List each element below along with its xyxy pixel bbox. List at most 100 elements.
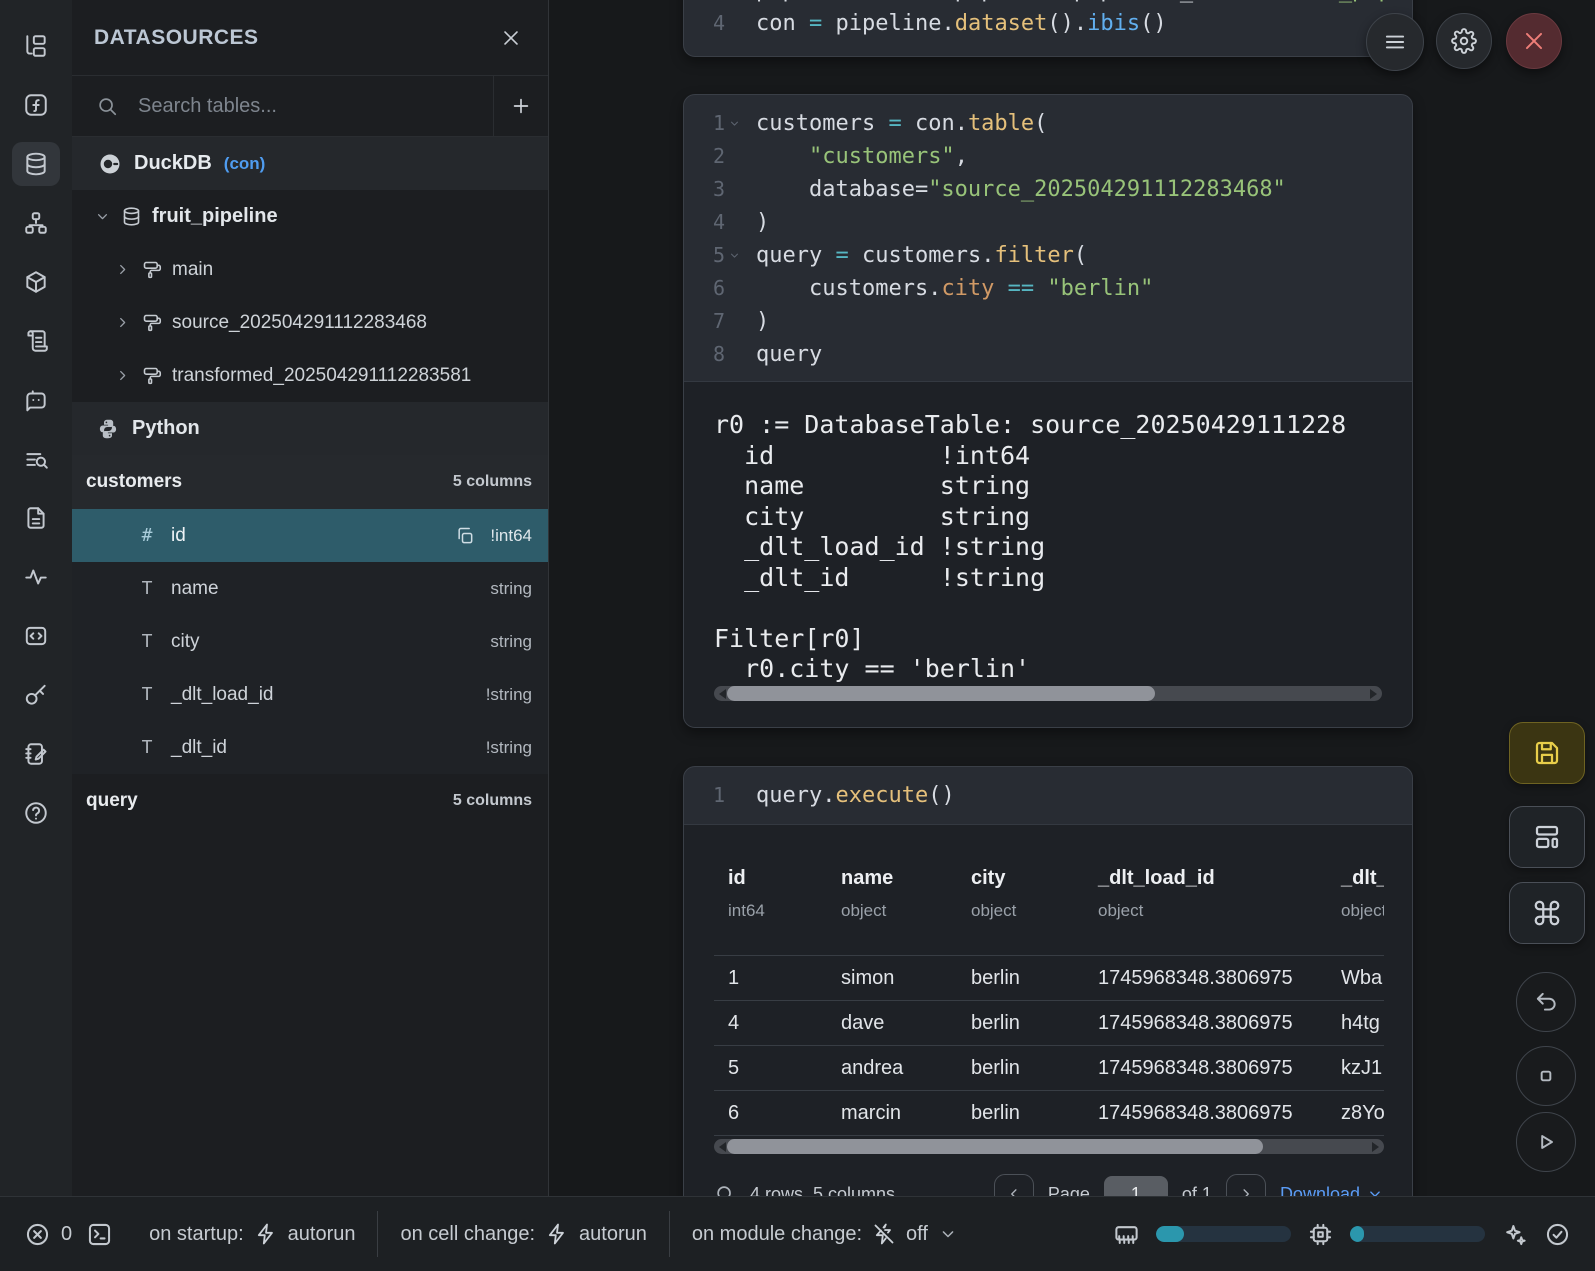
table-row[interactable]: 5andreaberlin1745968348.3806975kzJ1 — [714, 1045, 1384, 1090]
table-row[interactable]: 6marcinberlin1745968348.3806975z8Yo — [714, 1090, 1384, 1135]
on-cell-change-setting[interactable]: on cell change: autorun — [377, 1211, 668, 1257]
connection-row-python[interactable]: Python — [72, 402, 548, 455]
tree-item-schema[interactable]: source_202504291112283468 — [72, 296, 548, 349]
fold-spacer — [728, 216, 741, 229]
rail-scratchpad-button[interactable] — [12, 732, 60, 776]
code-editor[interactable]: 1customers = con.table(2 "customers",3 d… — [684, 95, 1412, 381]
rail-document-button[interactable] — [12, 496, 60, 540]
column-row-name[interactable]: Tnamestring — [72, 562, 548, 615]
rail-file-tree-button[interactable] — [12, 24, 60, 68]
rail-script-button[interactable] — [12, 319, 60, 363]
layout-button[interactable] — [1509, 806, 1585, 868]
table-cell: andrea — [827, 1057, 957, 1080]
close-panel-icon[interactable] — [500, 27, 522, 49]
app-window: DATASOURCES DuckDB (con) fruit_pipeline … — [0, 0, 1595, 1271]
schema-list: mainsource_202504291112283468 transformed… — [72, 243, 548, 402]
stop-icon — [1533, 1063, 1559, 1089]
schema-icon — [141, 365, 162, 386]
run-button[interactable] — [1516, 1112, 1576, 1172]
errors-indicator[interactable]: 0 — [24, 1221, 72, 1248]
undo-button[interactable] — [1516, 972, 1576, 1032]
hierarchy-icon — [23, 210, 49, 236]
line-number: 6 — [684, 272, 756, 305]
column-header-id[interactable]: idint64 — [714, 867, 827, 955]
column-row-city[interactable]: Tcitystring — [72, 615, 548, 668]
column-header-name: _dlt_id — [1341, 867, 1384, 890]
cell-connection[interactable]: 3 pipeline = dlt.pipeline(pipeline_name="… — [683, 0, 1413, 57]
column-header-type: object — [841, 901, 957, 921]
table-name: query — [86, 790, 138, 812]
chevron-down-icon — [94, 208, 111, 225]
connection-engine: DuckDB — [134, 152, 212, 175]
on-module-change-setting[interactable]: on module change: off — [669, 1211, 980, 1257]
column-header-type: object — [1098, 901, 1327, 921]
cell-query[interactable]: 1customers = con.table(2 "customers",3 d… — [683, 94, 1413, 728]
horizontal-scrollbar[interactable] — [714, 686, 1382, 701]
terminal-icon — [86, 1221, 113, 1248]
rail-package-button[interactable] — [12, 260, 60, 304]
fold-spacer — [728, 348, 741, 361]
command-palette-button[interactable] — [1509, 882, 1585, 944]
fold-chevron-icon — [728, 249, 741, 262]
rail-snippets-button[interactable] — [12, 614, 60, 658]
scroll-right-arrow[interactable] — [1372, 1142, 1379, 1152]
rail-chat-bot-button[interactable] — [12, 378, 60, 422]
cpu-icon — [1307, 1221, 1334, 1248]
tree-item-schema[interactable]: transformed_202504291112283581 — [72, 349, 548, 402]
scroll-left-arrow[interactable] — [719, 689, 726, 699]
fold-spacer — [728, 789, 741, 802]
scrollbar-thumb[interactable] — [727, 686, 1155, 701]
scrollbar-thumb[interactable] — [727, 1139, 1263, 1154]
code-editor[interactable]: 1query.execute() — [684, 767, 1412, 824]
line-number: 1 — [684, 107, 756, 140]
rail-function-button[interactable] — [12, 83, 60, 127]
terminal-toggle[interactable] — [86, 1221, 113, 1248]
line-number-text: 3 — [713, 0, 725, 7]
shutdown-button[interactable] — [1506, 13, 1562, 69]
code-editor[interactable]: 3 pipeline = dlt.pipeline(pipeline_name="… — [684, 0, 1412, 40]
column-header-name[interactable]: nameobject — [827, 867, 957, 955]
settings-button[interactable] — [1436, 13, 1492, 69]
column-header-city[interactable]: cityobject — [957, 867, 1084, 955]
notebook-menu-button[interactable] — [1366, 13, 1424, 71]
connection-row-duckdb[interactable]: DuckDB (con) — [72, 137, 548, 190]
stop-button[interactable] — [1516, 1046, 1576, 1106]
check-circle-icon[interactable] — [1544, 1221, 1571, 1248]
ibis-expression-output: r0 := DatabaseTable: source_202504291112… — [714, 410, 1382, 685]
column-row-_dlt_id[interactable]: T_dlt_id!string — [72, 721, 548, 774]
on-startup-value: autorun — [288, 1223, 356, 1246]
table-row[interactable]: 1simonberlin1745968348.3806975Wba — [714, 955, 1384, 1000]
search-body — [72, 76, 493, 136]
function-icon — [23, 92, 49, 118]
rail-activity-button[interactable] — [12, 555, 60, 599]
sparkles-icon[interactable] — [1501, 1221, 1528, 1248]
add-datasource-button[interactable] — [493, 76, 548, 136]
schema-label: transformed_202504291112283581 — [172, 365, 471, 387]
rail-key-button[interactable] — [12, 673, 60, 717]
code-text: pipeline = dlt.pipeline(pipeline_name="f… — [756, 0, 1413, 7]
tree-item-database-root[interactable]: fruit_pipeline — [72, 190, 548, 243]
column-header-_dlt_id[interactable]: _dlt_idobject — [1327, 867, 1384, 955]
horizontal-scrollbar[interactable] — [714, 1139, 1384, 1154]
column-row-_dlt_load_id[interactable]: T_dlt_load_id!string — [72, 668, 548, 721]
table-section-query[interactable]: query 5 columns — [72, 774, 548, 828]
rail-log-search-button[interactable] — [12, 437, 60, 481]
search-tables-input[interactable] — [136, 94, 493, 119]
rail-hierarchy-button[interactable] — [12, 201, 60, 245]
table-row[interactable]: 4daveberlin1745968348.3806975h4tg — [714, 1000, 1384, 1045]
schema-icon — [141, 312, 162, 333]
column-header-_dlt_load_id[interactable]: _dlt_load_idobject — [1084, 867, 1327, 955]
on-startup-setting[interactable]: on startup: autorun — [127, 1211, 377, 1257]
save-button[interactable] — [1509, 722, 1585, 784]
tree-item-schema[interactable]: main — [72, 243, 548, 296]
scroll-right-arrow[interactable] — [1370, 689, 1377, 699]
chevron-right-icon — [114, 261, 131, 278]
column-row-id[interactable]: #id!int64 — [72, 509, 548, 562]
rail-help-button[interactable] — [12, 791, 60, 835]
column-header-type: int64 — [728, 901, 827, 921]
scroll-left-arrow[interactable] — [719, 1142, 726, 1152]
cell-execute[interactable]: 1query.execute() idint64nameobjectcityob… — [683, 766, 1413, 1238]
table-section-customers[interactable]: customers 5 columns — [72, 455, 548, 509]
fold-chevron-icon — [728, 117, 741, 130]
rail-database-button[interactable] — [12, 142, 60, 186]
